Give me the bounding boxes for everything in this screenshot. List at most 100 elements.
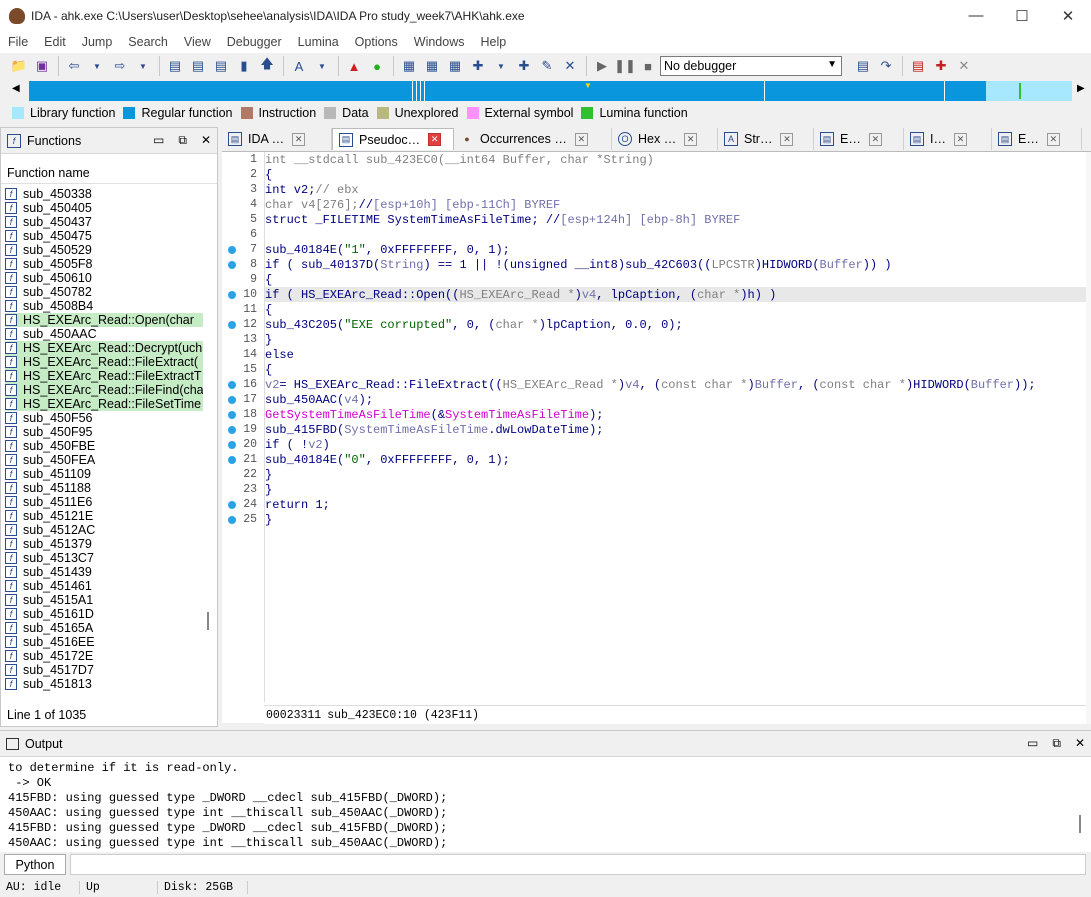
code-line[interactable]: sub_40184E("1", 0xFFFFFFFF, 0, 1); [265, 242, 1086, 257]
breakpoint-dot-icon[interactable] [228, 441, 236, 449]
green-circle-icon[interactable]: ● [366, 56, 388, 76]
back-arrow-icon[interactable]: ⇦ [63, 56, 85, 76]
function-list-item[interactable]: f HS_EXEArc_Read::FileSetTime [5, 397, 203, 411]
close-button[interactable]: ✕ [1045, 0, 1091, 31]
function-list-item[interactable]: f sub_450475 [5, 229, 203, 243]
minimize-button[interactable]: — [953, 0, 999, 31]
panel-close-icon[interactable]: ✕ [1075, 736, 1085, 751]
breakpoint-dot-icon[interactable] [228, 456, 236, 464]
function-list-item[interactable]: f sub_4515A1 [5, 593, 203, 607]
output-scrollbar-thumb[interactable] [1079, 815, 1081, 833]
code-line[interactable]: sub_40184E("0", 0xFFFFFFFF, 0, 1); [265, 452, 1086, 467]
function-list-item[interactable]: f sub_451379 [5, 537, 203, 551]
open-folder-icon[interactable]: 📁 [8, 56, 30, 76]
function-list-item[interactable]: f sub_450AAC [5, 327, 203, 341]
function-list-item[interactable]: f sub_450437 [5, 215, 203, 229]
breakpoint-dot-icon[interactable] [228, 411, 236, 419]
code-line[interactable]: { [265, 167, 1086, 182]
code-line[interactable]: return 1; [265, 497, 1086, 512]
code-line[interactable]: if ( HS_EXEArc_Read::Open((HS_EXEArc_Rea… [265, 287, 1086, 302]
code-line[interactable]: { [265, 302, 1086, 317]
function-list-item[interactable]: f sub_45121E [5, 509, 203, 523]
tab-pseudocode[interactable]: ▤ Pseudoc… ✕ [332, 128, 454, 150]
code-line[interactable]: char v4[276]; // [esp+10h] [ebp-11Ch] BY… [265, 197, 1086, 212]
code-line[interactable]: int __stdcall sub_423EC0(__int64 Buffer,… [265, 152, 1086, 167]
tab-imports[interactable]: ▤ I… ✕ [904, 128, 992, 150]
function-list-item[interactable]: f HS_EXEArc_Read::Open(char [5, 313, 203, 327]
tab-enums[interactable]: ▤ E… ✕ [814, 128, 904, 150]
search-immediate-icon[interactable]: ▤ [210, 56, 232, 76]
function-list-item[interactable]: f sub_4516EE [5, 635, 203, 649]
navigation-band[interactable]: ◀ ▼ ▶ [0, 79, 1091, 103]
tab-occurrences[interactable]: ● Occurrences … ✕ [454, 128, 612, 150]
tab-close-icon[interactable]: ✕ [684, 132, 698, 146]
search-binary-icon[interactable]: ▤ [187, 56, 209, 76]
menu-jump[interactable]: Jump [74, 35, 121, 49]
forward-arrow-icon[interactable]: ⇨ [109, 56, 131, 76]
code-line[interactable]: { [265, 362, 1086, 377]
code-line[interactable]: } [265, 467, 1086, 482]
menu-options[interactable]: Options [347, 35, 406, 49]
code-line[interactable]: } [265, 332, 1086, 347]
breakpoint-dot-icon[interactable] [228, 246, 236, 254]
remove-breakpoint-icon[interactable]: ✕ [953, 56, 975, 76]
function-list-item[interactable]: f sub_45161D [5, 607, 203, 621]
function-list-item[interactable]: f sub_450F95 [5, 425, 203, 439]
function-list-item[interactable]: f HS_EXEArc_Read::Decrypt(uch [5, 341, 203, 355]
menu-edit[interactable]: Edit [36, 35, 74, 49]
breakpoint-dot-icon[interactable] [228, 396, 236, 404]
warning-icon[interactable]: ▲ [343, 56, 365, 76]
breakpoint-dot-icon[interactable] [228, 501, 236, 509]
tab-close-icon[interactable]: ✕ [428, 133, 442, 146]
tab-strings[interactable]: A Str… ✕ [718, 128, 814, 150]
breakpoint-dot-icon[interactable] [228, 321, 236, 329]
nav-right-arrow-icon[interactable]: ▶ [1077, 83, 1085, 94]
function-list-item[interactable]: f sub_4512AC [5, 523, 203, 537]
breakpoint-dot-icon[interactable] [228, 261, 236, 269]
function-list-item[interactable]: f sub_4511E6 [5, 495, 203, 509]
panel-minimize-icon[interactable]: ▭ [1027, 736, 1038, 751]
function-list-item[interactable]: f sub_450610 [5, 271, 203, 285]
code-line[interactable]: { [265, 272, 1086, 287]
pseudocode-scrollbar[interactable] [1086, 152, 1091, 724]
function-list-item[interactable]: f sub_450338 [5, 187, 203, 201]
code-line[interactable]: else [265, 347, 1086, 362]
step-into-icon[interactable]: ▤ [852, 56, 874, 76]
code-line[interactable]: if ( sub_40137D(String) == 1 || !(unsign… [265, 257, 1086, 272]
add-breakpoint-icon[interactable]: ✚ [930, 56, 952, 76]
panel-minimize-icon[interactable]: ▭ [153, 133, 164, 148]
array-icon[interactable]: ✚ [467, 56, 489, 76]
panel-float-icon[interactable]: ⧉ [178, 133, 187, 148]
function-name-column-header[interactable]: Function name [1, 162, 217, 184]
tab-close-icon[interactable]: ✕ [953, 132, 967, 146]
function-list-item[interactable]: f sub_450F56 [5, 411, 203, 425]
code-line[interactable]: } [265, 482, 1086, 497]
python-language-button[interactable]: Python [4, 854, 66, 875]
panel-float-icon[interactable]: ⧉ [1052, 736, 1061, 751]
data-icon[interactable]: ▦ [421, 56, 443, 76]
code-line[interactable]: if ( ! v2 ) [265, 437, 1086, 452]
code-line[interactable]: sub_415FBD(SystemTimeAsFileTime .dwLowDat… [265, 422, 1086, 437]
function-list-item[interactable]: f sub_451109 [5, 467, 203, 481]
function-list-item[interactable]: f sub_451461 [5, 579, 203, 593]
function-list-item[interactable]: f sub_450FBE [5, 439, 203, 453]
menu-windows[interactable]: Windows [406, 35, 473, 49]
code-line[interactable]: GetSystemTimeAsFileTime (& SystemTimeAsFil… [265, 407, 1086, 422]
save-icon[interactable]: ▣ [31, 56, 53, 76]
function-list-item[interactable]: f sub_450FEA [5, 453, 203, 467]
function-list-item[interactable]: f sub_4517D7 [5, 663, 203, 677]
code-line[interactable]: sub_43C205("EXE corrupted", 0, (char *)l… [265, 317, 1086, 332]
debugger-select[interactable]: No debugger ▼ [660, 56, 842, 76]
breakpoint-list-icon[interactable]: ▤ [907, 56, 929, 76]
step-over-icon[interactable]: ↷ [875, 56, 897, 76]
python-command-input[interactable] [70, 854, 1086, 875]
code-line[interactable]: } [265, 512, 1086, 527]
breakpoint-dot-icon[interactable] [228, 291, 236, 299]
menu-view[interactable]: View [176, 35, 219, 49]
function-list-item[interactable]: f HS_EXEArc_Read::FileExtract( [5, 355, 203, 369]
edit-function-icon[interactable]: ✎ [536, 56, 558, 76]
tab-ida-view[interactable]: ▤ IDA … ✕ [222, 128, 332, 150]
function-list-item[interactable]: f sub_4513C7 [5, 551, 203, 565]
function-list-item[interactable]: f sub_451813 [5, 677, 203, 691]
play-icon[interactable]: ▶ [591, 56, 613, 76]
